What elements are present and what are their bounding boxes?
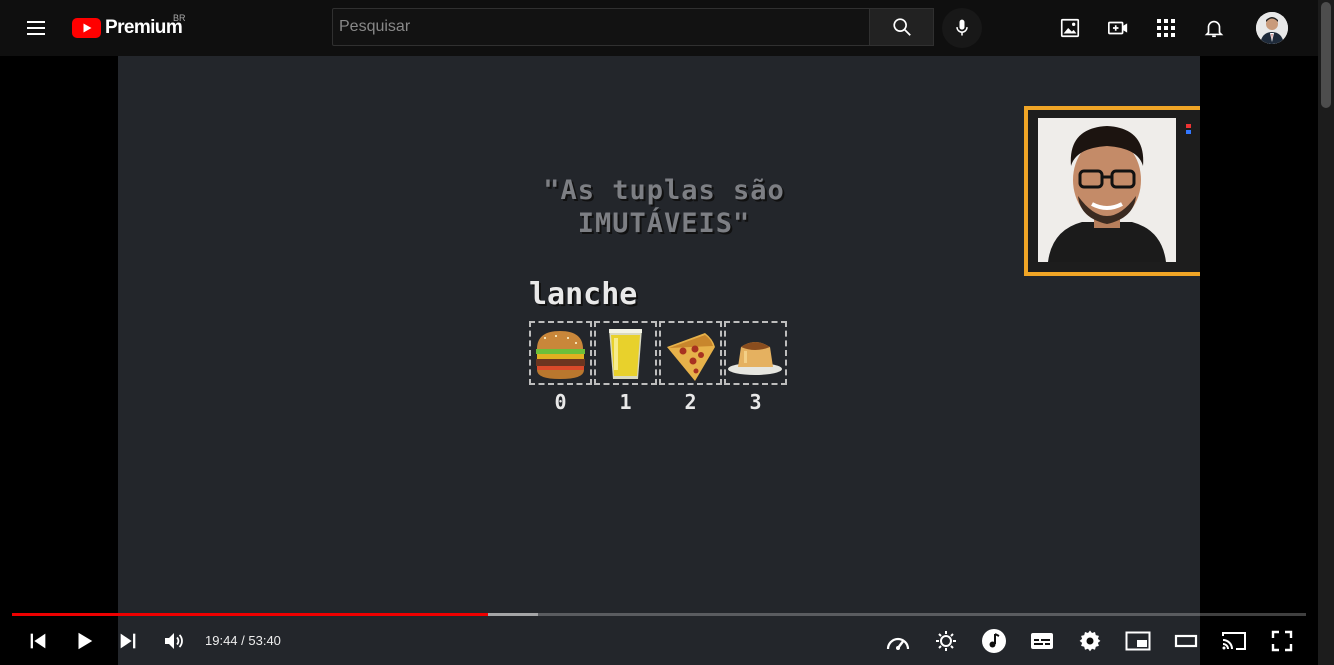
search-box — [332, 8, 870, 46]
notifications-icon[interactable] — [1202, 16, 1226, 40]
variable-name: lanche — [529, 277, 638, 312]
voice-search-button[interactable] — [942, 8, 982, 48]
webcam-overlay: t — [1024, 106, 1200, 276]
drink-icon — [609, 329, 642, 379]
search-button[interactable] — [870, 8, 934, 46]
fullscreen-icon — [1271, 630, 1293, 652]
index-label-3: 3 — [749, 390, 762, 414]
tuple-cell-1 — [594, 321, 657, 385]
logo-text: Premium — [105, 17, 183, 38]
scrollbar-thumb[interactable] — [1321, 2, 1331, 108]
record-indicator-2 — [1186, 130, 1191, 134]
music-button[interactable] — [980, 627, 1008, 655]
create-post-icon[interactable] — [1058, 16, 1082, 40]
presenter-image: t — [1038, 118, 1176, 262]
time-display: 19:44 / 53:40 — [205, 633, 281, 648]
create-video-icon[interactable] — [1106, 16, 1130, 40]
youtube-logo[interactable]: Premium — [72, 14, 183, 42]
fullscreen-button[interactable] — [1268, 627, 1296, 655]
menu-icon[interactable] — [24, 16, 48, 40]
search-input[interactable] — [333, 9, 869, 45]
apps-icon[interactable] — [1154, 16, 1178, 40]
tuple-cell-0 — [529, 321, 592, 385]
volume-button[interactable] — [160, 627, 188, 655]
next-button[interactable] — [114, 627, 142, 655]
slide-title: "As tuplas são IMUTÁVEIS" — [543, 175, 785, 239]
playback-speed-button[interactable] — [884, 627, 912, 655]
cast-icon — [1222, 632, 1246, 650]
region-label: BR — [173, 13, 186, 23]
progress-buffered — [487, 613, 538, 616]
subtitles-button[interactable] — [1028, 627, 1056, 655]
miniplayer-button[interactable] — [1124, 627, 1152, 655]
pizza-icon — [667, 333, 715, 381]
settings-icon — [1079, 630, 1101, 652]
previous-icon — [30, 633, 46, 649]
avatar[interactable] — [1256, 12, 1288, 44]
subtitles-icon — [1031, 633, 1053, 649]
previous-button[interactable] — [24, 627, 52, 655]
next-icon — [120, 633, 136, 649]
pudding-icon — [728, 342, 782, 375]
index-label-0: 0 — [554, 390, 567, 414]
hamburger-icon — [536, 331, 585, 379]
play-button[interactable] — [70, 627, 98, 655]
theater-icon — [1174, 634, 1198, 648]
microphone-icon — [956, 19, 968, 36]
youtube-play-logo-icon — [72, 18, 101, 38]
tuple-cell-3 — [724, 321, 787, 385]
record-indicator — [1186, 124, 1191, 128]
index-label-1: 1 — [619, 390, 632, 414]
settings-button[interactable] — [1076, 627, 1104, 655]
miniplayer-icon — [1125, 631, 1151, 651]
volume-icon — [165, 633, 183, 649]
ambient-icon — [936, 631, 956, 651]
video-player[interactable]: "As tuplas são IMUTÁVEIS" lanche 0 1 2 3 — [118, 56, 1200, 665]
cast-button[interactable] — [1220, 627, 1248, 655]
top-bar: Premium BR — [0, 0, 1318, 56]
search-icon — [892, 18, 911, 36]
progress-played[interactable] — [12, 613, 488, 616]
tuple-cell-2 — [659, 321, 722, 385]
music-icon — [982, 629, 1006, 653]
theater-mode-button[interactable] — [1172, 627, 1200, 655]
speed-icon — [886, 637, 910, 650]
ambient-mode-button[interactable] — [932, 627, 960, 655]
play-icon — [78, 632, 93, 650]
index-label-2: 2 — [684, 390, 697, 414]
